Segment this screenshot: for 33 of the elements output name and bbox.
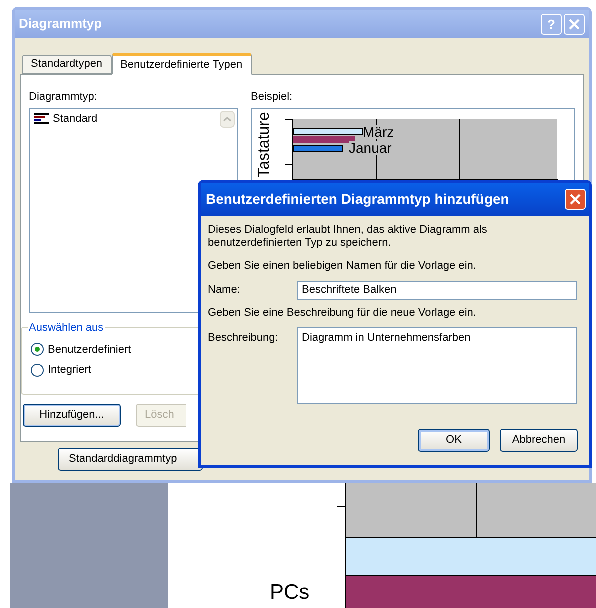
chevron-up-icon bbox=[223, 116, 232, 122]
axis-label: PCs bbox=[270, 582, 310, 603]
field-label: Beispiel: bbox=[251, 90, 294, 105]
field-label: Beschreibung: bbox=[208, 331, 280, 346]
prompt-text: Geben Sie einen beliebigen Namen für die Vorlage ein. bbox=[208, 259, 478, 274]
name-input-field[interactable]: Beschriftete Balken bbox=[297, 280, 577, 300]
radio-option[interactable]: Benutzerdefiniert bbox=[31, 342, 132, 358]
tab[interactable]: Benutzerdefinierte Typen bbox=[112, 53, 252, 75]
list-item[interactable]: Standard bbox=[33, 110, 99, 127]
close-icon bbox=[570, 194, 581, 205]
field-label: Name: bbox=[208, 282, 242, 298]
radio-option[interactable]: Integriert bbox=[31, 362, 92, 378]
action-button[interactable]: Hinzufügen... bbox=[23, 404, 121, 426]
bar-label: März bbox=[363, 124, 394, 138]
scroll-up-button[interactable] bbox=[220, 110, 235, 128]
bar-chart-icon bbox=[34, 112, 49, 125]
tab[interactable]: Standardtypen bbox=[22, 55, 112, 74]
description-text: Dieses Dialogfeld erlaubt Ihnen, das aktive Diagramm als benutzerdefinierten Typ zu speichern. bbox=[208, 224, 488, 250]
radio-button[interactable] bbox=[31, 364, 44, 377]
axis-title: Tastature bbox=[256, 112, 273, 178]
radio-button[interactable] bbox=[31, 343, 44, 356]
standard-chart-type-button[interactable]: Standarddiagrammtyp bbox=[58, 448, 203, 471]
window-title: Diagrammtyp bbox=[19, 15, 102, 34]
close-icon bbox=[569, 18, 580, 30]
prompt-text: Geben Sie eine Beschreibung für die neue Vorlage ein. bbox=[208, 306, 478, 320]
bar-label: Januar bbox=[349, 140, 392, 154]
description-input-field[interactable]: Diagramm in Unternehmensfarben bbox=[297, 327, 577, 404]
dialog-button[interactable]: Abbrechen bbox=[500, 429, 578, 452]
close-button[interactable] bbox=[564, 14, 585, 34]
dialog-button[interactable]: OK bbox=[418, 429, 490, 452]
window-title: Benutzerdefinierten Diagrammtyp hinzufügen bbox=[206, 190, 510, 209]
close-button[interactable] bbox=[565, 189, 586, 210]
field-label: Diagrammtyp: bbox=[29, 90, 98, 105]
